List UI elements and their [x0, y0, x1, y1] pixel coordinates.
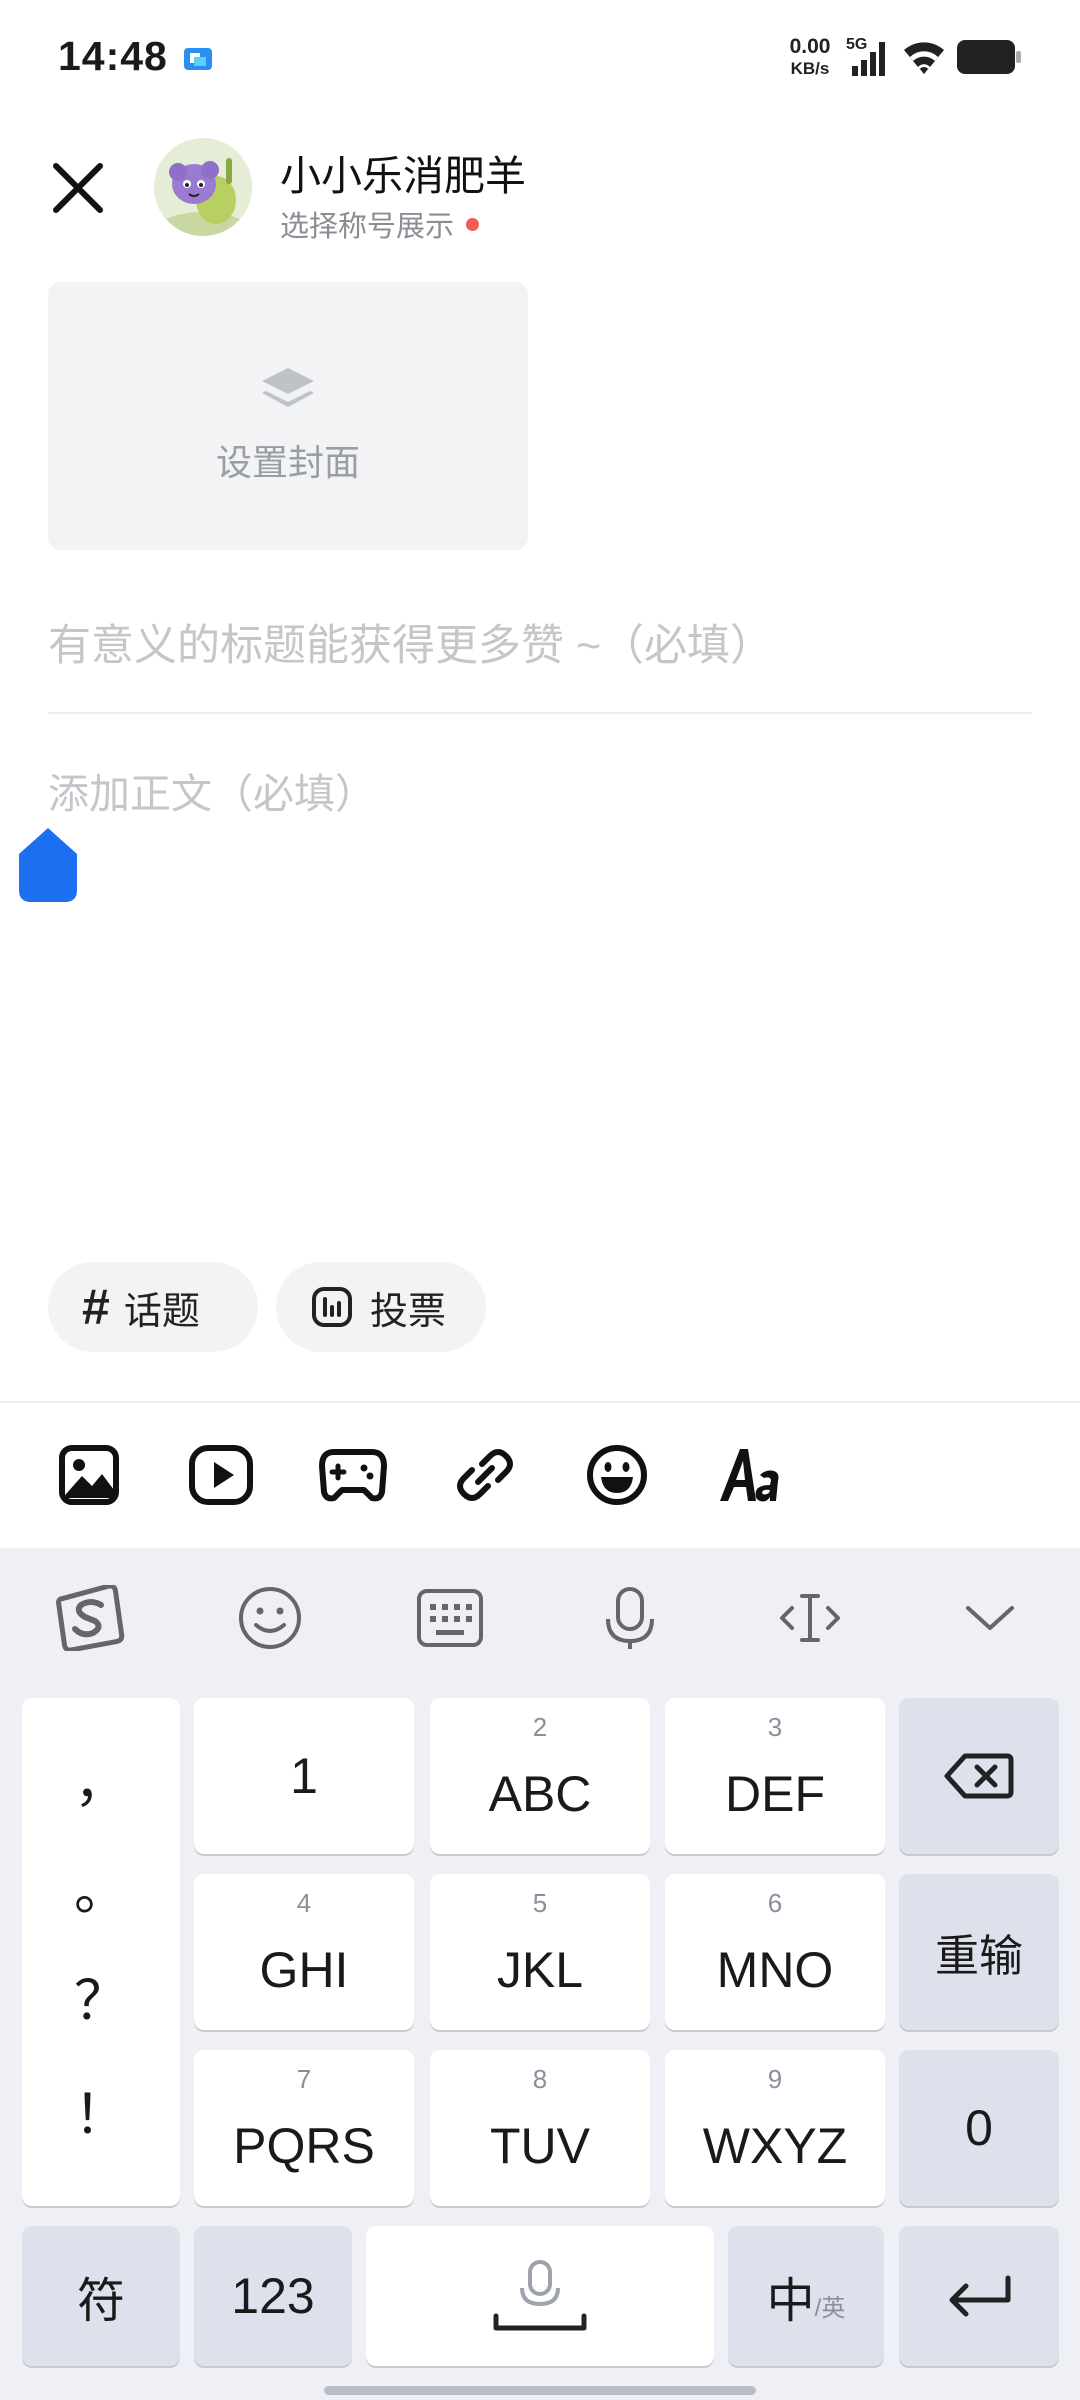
topic-label: 话题 — [123, 1290, 200, 1333]
enter-icon — [949, 2275, 1011, 2317]
collapse-icon — [966, 1606, 1014, 1630]
signal-5g-icon: 5G — [846, 36, 892, 80]
poll-icon — [312, 1287, 352, 1327]
layers-icon — [262, 368, 314, 407]
microphone-icon — [606, 1587, 654, 1649]
kb-voice-button[interactable] — [592, 1580, 668, 1656]
key-1[interactable]: 1 — [194, 1698, 414, 1854]
punct-comma[interactable]: ， — [22, 1738, 180, 1817]
kb-cursor-button[interactable] — [772, 1580, 848, 1656]
insert-game-button[interactable] — [318, 1440, 388, 1510]
key-jkl[interactable]: 5 JKL — [430, 1874, 650, 2030]
body-input[interactable]: 添加正文（必填） — [48, 762, 1032, 832]
key-pqrs[interactable]: 7 PQRS — [194, 2050, 414, 2206]
punct-period[interactable]: 。 — [22, 1846, 180, 1925]
key-0[interactable]: 0 — [899, 2050, 1059, 2206]
image-icon — [59, 1445, 119, 1505]
video-icon — [189, 1445, 253, 1505]
link-icon — [457, 1449, 513, 1501]
home-indicator[interactable] — [324, 2386, 756, 2395]
text-cursor-handle[interactable] — [17, 824, 79, 904]
space-key[interactable] — [366, 2226, 714, 2366]
new-indicator-dot — [466, 217, 480, 231]
vote-label: 投票 — [370, 1290, 447, 1333]
insert-image-button[interactable] — [54, 1440, 124, 1510]
backspace-icon — [944, 1753, 1014, 1799]
kb-layout-button[interactable] — [412, 1580, 488, 1656]
select-title-label: 选择称号展示 — [280, 211, 455, 243]
punctuation-column[interactable]: ， 。 ？ ！ — [22, 1698, 180, 2206]
status-time: 14:48 — [58, 33, 168, 79]
set-cover-button[interactable]: 设置封面 — [48, 282, 528, 550]
space-mic-icon — [493, 2260, 587, 2331]
punct-exclamation[interactable]: ！ — [22, 2070, 180, 2149]
network-speed: 0.00 KB/s — [789, 35, 831, 79]
keyboard-icon — [417, 1589, 483, 1647]
cursor-move-icon — [780, 1594, 840, 1642]
title-input[interactable]: 有意义的标题能获得更多赞 ~（必填） — [48, 610, 1032, 690]
key-mno[interactable]: 6 MNO — [665, 1874, 885, 2030]
status-bar: 14:48 0.00 KB/s 5G — [0, 0, 1080, 115]
user-name[interactable]: 小小乐消肥羊 — [280, 142, 526, 202]
avatar[interactable] — [154, 138, 252, 236]
number-mode-key[interactable]: 123 — [194, 2226, 352, 2366]
key-def[interactable]: 3 DEF — [665, 1698, 885, 1854]
topic-chip[interactable]: # 话题 — [48, 1262, 258, 1352]
title-divider — [48, 712, 1032, 714]
insert-video-button[interactable] — [186, 1440, 256, 1510]
key-abc[interactable]: 2 ABC — [430, 1698, 650, 1854]
insert-emoji-button[interactable] — [582, 1440, 652, 1510]
set-cover-label: 设置封面 — [215, 442, 360, 483]
vote-chip[interactable]: 投票 — [276, 1262, 486, 1352]
language-alt-label: /英 — [814, 2294, 846, 2322]
wifi-icon — [904, 42, 944, 74]
close-icon — [53, 163, 103, 213]
key-ghi[interactable]: 4 GHI — [194, 1874, 414, 2030]
sogou-logo-icon — [56, 1585, 125, 1651]
game-icon — [319, 1449, 387, 1502]
enter-key[interactable] — [899, 2226, 1059, 2366]
text-format-button[interactable] — [714, 1440, 784, 1510]
punct-question[interactable]: ？ — [22, 1956, 180, 2035]
battery-icon — [957, 40, 1021, 74]
kb-collapse-button[interactable] — [952, 1580, 1028, 1656]
key-wxyz[interactable]: 9 WXYZ — [665, 2050, 885, 2206]
key-tuv[interactable]: 8 TUV — [430, 2050, 650, 2206]
backspace-key[interactable] — [899, 1698, 1059, 1854]
close-button[interactable] — [40, 150, 116, 226]
hashtag-icon: # — [82, 1279, 110, 1335]
select-title-link[interactable]: 选择称号展示 — [280, 203, 480, 245]
keyboard-logo-button[interactable] — [52, 1580, 128, 1656]
language-switch-key[interactable]: 中 /英 — [728, 2226, 884, 2366]
reset-key[interactable]: 重输 — [899, 1874, 1059, 2030]
avatar-image — [154, 138, 252, 236]
app-notification-icon — [184, 48, 212, 70]
emoji-icon — [587, 1445, 647, 1505]
insert-link-button[interactable] — [450, 1440, 520, 1510]
kb-emoji-button[interactable] — [232, 1580, 308, 1656]
emoji-face-icon — [239, 1587, 301, 1649]
symbol-key[interactable]: 符 — [22, 2226, 180, 2366]
text-format-icon — [720, 1449, 779, 1502]
toolbar-divider — [0, 1401, 1080, 1403]
